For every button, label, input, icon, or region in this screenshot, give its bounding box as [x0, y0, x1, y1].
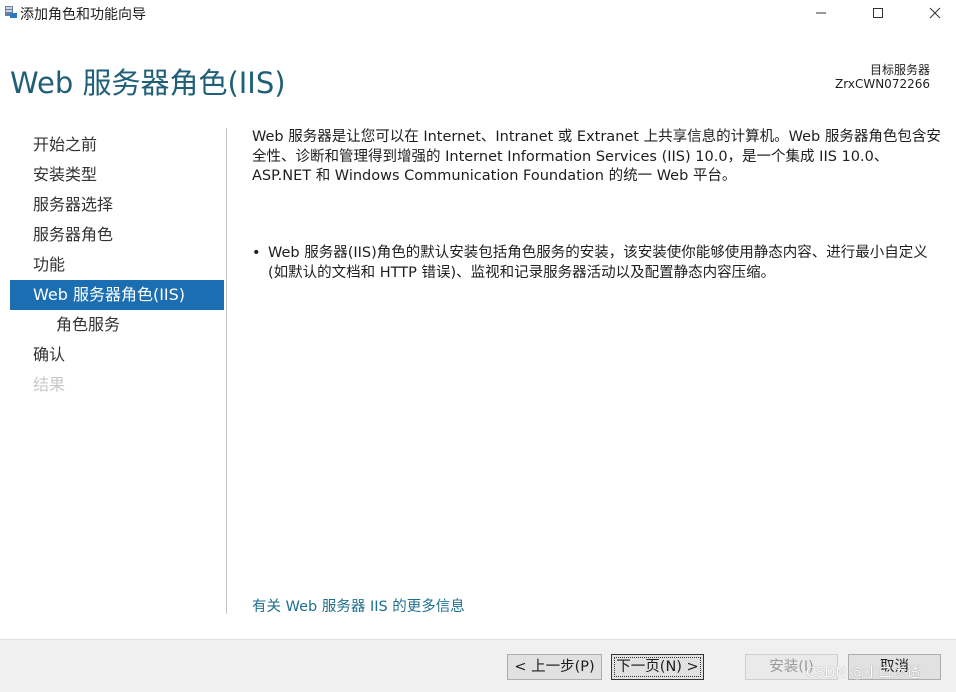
- target-server-label: 目标服务器: [869, 63, 930, 77]
- maximize-icon: [873, 8, 883, 18]
- content-pane: Web 服务器是让您可以在 Internet、Intranet 或 Extran…: [252, 128, 942, 187]
- nav-item-installation-type[interactable]: 安装类型: [10, 160, 224, 190]
- server-manager-icon: [5, 6, 17, 18]
- close-button[interactable]: [912, 0, 956, 26]
- close-icon: [929, 7, 941, 19]
- more-info-link[interactable]: 有关 Web 服务器 IIS 的更多信息: [252, 595, 465, 616]
- window-title: 添加角色和功能向导: [20, 7, 146, 23]
- bullet-mark: •: [252, 245, 261, 261]
- role-description: Web 服务器是让您可以在 Internet、Intranet 或 Extran…: [252, 129, 941, 184]
- bullet-text: Web 服务器(IIS)角色的默认安装包括角色服务的安装，该安装使你能够使用静态…: [268, 245, 928, 281]
- nav-item-web-server-role[interactable]: Web 服务器角色(IIS): [10, 280, 224, 310]
- page-title: Web 服务器角色(IIS): [10, 66, 286, 100]
- maximize-button[interactable]: [855, 0, 901, 26]
- nav-item-role-services[interactable]: 角色服务: [10, 310, 224, 340]
- title-bar: 添加角色和功能向导: [0, 0, 956, 26]
- nav-item-results: 结果: [33, 375, 66, 394]
- watermark: CSDN @小白渗透: [806, 665, 921, 681]
- nav-item-server-selection[interactable]: 服务器选择: [10, 190, 224, 220]
- target-server-name: ZrxCWN072266: [835, 77, 930, 91]
- minimize-button[interactable]: [798, 0, 844, 26]
- minimize-icon: [816, 12, 826, 14]
- nav-item-features[interactable]: 功能: [10, 250, 224, 280]
- nav-item-server-roles[interactable]: 服务器角色: [10, 220, 224, 250]
- nav-item-before-you-begin[interactable]: 开始之前: [10, 130, 224, 160]
- previous-button[interactable]: < 上一步(P): [507, 654, 602, 680]
- nav-item-confirmation[interactable]: 确认: [10, 340, 224, 370]
- nav-divider: [226, 128, 227, 614]
- next-button[interactable]: 下一页(N) >: [611, 654, 704, 680]
- wizard-nav: 开始之前 安装类型 服务器选择 服务器角色 功能 Web 服务器角色(IIS) …: [10, 130, 224, 400]
